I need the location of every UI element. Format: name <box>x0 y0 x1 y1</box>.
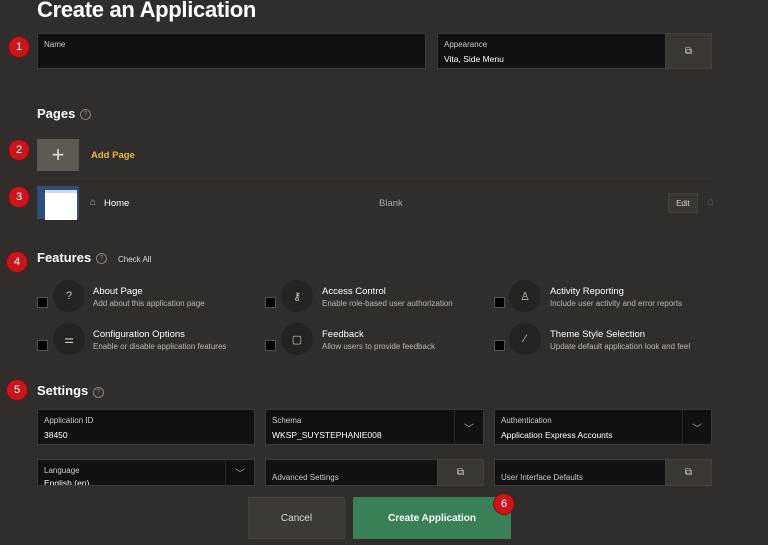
create-application-button[interactable]: Create Application <box>353 497 511 539</box>
divider <box>37 178 717 179</box>
application-id-label: Application ID <box>44 416 94 425</box>
plus-icon: + <box>51 142 65 167</box>
chevron-down-icon: ﹀ <box>682 410 711 444</box>
advanced-settings-field[interactable]: Advanced Settings <box>265 459 438 486</box>
application-id-value: 38450 <box>44 430 68 440</box>
feature-title: Configuration Options <box>93 329 185 340</box>
step-badge-6: 6 <box>494 494 514 514</box>
page-type: Blank <box>379 198 403 209</box>
feature-checkbox[interactable] <box>494 340 505 351</box>
appearance-field[interactable]: Appearance Vita, Side Menu <box>437 33 666 69</box>
name-field[interactable]: Name <box>37 33 426 69</box>
step-badge-2: 2 <box>9 140 29 160</box>
home-icon: ⌂ <box>90 197 97 208</box>
comment-icon: ▢ <box>281 323 313 355</box>
feature-description: Enable role-based user authorization <box>322 299 453 308</box>
language-label: Language <box>44 466 80 475</box>
chevron-down-icon: ﹀ <box>225 460 254 485</box>
ui-defaults-field[interactable]: User Interface Defaults <box>494 459 666 486</box>
feature-title: Feedback <box>322 329 364 340</box>
user-report-icon: ♙ <box>509 280 541 312</box>
feature-checkbox[interactable] <box>37 297 48 308</box>
authentication-label: Authentication <box>501 416 552 425</box>
appearance-label: Appearance <box>444 40 488 49</box>
features-heading: Features <box>37 250 92 265</box>
cancel-button[interactable]: Cancel <box>248 497 345 539</box>
step-badge-5: 5 <box>7 380 27 400</box>
add-page-link[interactable]: Add Page <box>91 150 135 161</box>
language-value: English (en) <box>44 478 90 486</box>
feature-description: Include user activity and error reports <box>550 299 683 308</box>
edit-page-button[interactable]: Edit <box>668 193 698 213</box>
step-badge-1: 1 <box>9 37 29 57</box>
step-badge-4: 4 <box>7 252 27 272</box>
chevron-down-icon: ﹀ <box>454 410 483 444</box>
advanced-settings-button[interactable]: ⧉ <box>437 459 484 486</box>
add-page-tile[interactable]: + <box>37 139 79 171</box>
feature-title: About Page <box>93 286 143 297</box>
schema-label: Schema <box>272 416 302 425</box>
language-select[interactable]: Language English (en) ﹀ <box>37 459 255 486</box>
pages-heading: Pages <box>37 106 76 121</box>
step-badge-3: 3 <box>9 187 29 207</box>
appearance-value: Vita, Side Menu <box>444 54 504 64</box>
ui-defaults-label: User Interface Defaults <box>501 473 583 482</box>
feature-title: Access Control <box>322 286 386 297</box>
feature-checkbox[interactable] <box>265 297 276 308</box>
feature-description: Update default application look and feel <box>550 342 691 351</box>
authentication-value: Application Express Accounts <box>501 430 613 440</box>
check-all-link[interactable]: Check All <box>118 255 151 264</box>
feature-title: Activity Reporting <box>550 286 624 297</box>
feature-description: Enable or disable application features <box>93 342 227 351</box>
advanced-settings-label: Advanced Settings <box>272 473 339 482</box>
help-icon[interactable]: ? <box>80 109 91 120</box>
feature-checkbox[interactable] <box>494 297 505 308</box>
help-icon[interactable]: ? <box>93 387 104 398</box>
feature-description: Add about this application page <box>93 299 205 308</box>
application-id-field[interactable]: Application ID 38450 <box>37 409 255 445</box>
page-title: Create an Application <box>37 0 257 22</box>
help-icon[interactable]: ? <box>96 253 107 264</box>
page-thumbnail <box>37 186 79 220</box>
key-icon: ⚷ <box>281 280 313 312</box>
brush-icon: ⁄ <box>509 323 541 355</box>
appearance-button[interactable]: ⧉ <box>665 33 712 69</box>
popup-icon: ⧉ <box>684 45 693 57</box>
authentication-select[interactable]: Authentication Application Express Accou… <box>494 409 712 445</box>
popup-icon: ⧉ <box>456 467 465 478</box>
ui-defaults-button[interactable]: ⧉ <box>665 459 712 486</box>
schema-select[interactable]: Schema WKSP_SUYSTEPHANIE008 ﹀ <box>265 409 484 445</box>
feature-checkbox[interactable] <box>265 340 276 351</box>
page-name: Home <box>104 198 130 209</box>
feature-description: Allow users to provide feedback <box>322 342 435 351</box>
feature-title: Theme Style Selection <box>550 329 646 340</box>
schema-value: WKSP_SUYSTEPHANIE008 <box>272 430 382 440</box>
set-home-icon[interactable]: ⌂ <box>707 196 714 208</box>
popup-icon: ⧉ <box>684 467 693 478</box>
settings-heading: Settings <box>37 383 89 398</box>
name-label: Name <box>44 40 66 49</box>
sliders-icon: ⚌ <box>53 323 85 355</box>
question-icon: ? <box>53 280 85 312</box>
feature-checkbox[interactable] <box>37 340 48 351</box>
